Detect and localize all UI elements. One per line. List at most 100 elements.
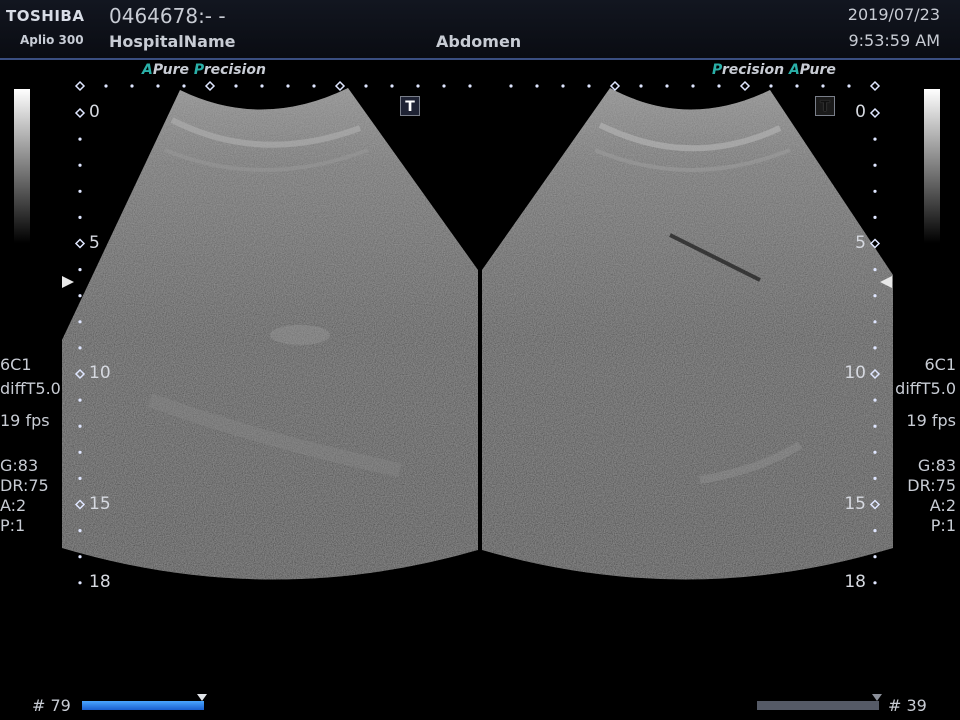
dynamic-range-left: DR:75 <box>0 476 49 495</box>
t-marker-inactive-icon[interactable]: T <box>815 96 835 116</box>
cine-bar-left-active[interactable] <box>82 701 204 710</box>
top-guide-marker <box>869 80 881 92</box>
depth-label: 5 <box>89 232 100 253</box>
top-guide-dot <box>234 84 238 88</box>
patient-id: 0464678:- - <box>109 4 226 28</box>
top-guide-dot <box>509 84 513 88</box>
depth-tick-minor <box>873 320 877 324</box>
top-guide-dot <box>847 84 851 88</box>
focus-marker-left[interactable] <box>62 276 74 288</box>
gain-left: G:83 <box>0 456 39 475</box>
top-guide-dot <box>130 84 134 88</box>
depth-tick-major <box>74 238 86 249</box>
exam-preset: Abdomen <box>436 32 522 51</box>
depth-tick-minor <box>78 555 82 559</box>
depth-tick-minor <box>78 398 82 402</box>
depth-tick-minor <box>873 398 877 402</box>
depth-tick-major <box>74 107 86 119</box>
mode-left: diffT5.0 <box>0 379 61 398</box>
brand-logo: TOSHIBA <box>6 7 85 25</box>
depth-tick-minor <box>78 581 82 585</box>
grayscale-bar-right <box>924 89 940 243</box>
top-guide-dot <box>639 84 643 88</box>
top-guide-dot <box>364 84 368 88</box>
top-guide-marker <box>204 80 216 92</box>
depth-tick-minor <box>873 529 877 533</box>
top-guide-dot <box>665 84 669 88</box>
cine-caret-left-icon[interactable] <box>197 694 207 701</box>
depth-tick-minor <box>78 476 82 480</box>
t-marker-active-icon[interactable]: T <box>400 96 420 116</box>
depth-tick-minor <box>78 215 82 219</box>
device-model: Aplio 300 <box>20 33 84 47</box>
depth-tick-minor <box>873 215 877 219</box>
p-param-right: P:1 <box>930 516 956 535</box>
depth-tick-minor <box>78 294 82 298</box>
depth-label: 18 <box>89 571 111 592</box>
dynamic-range-right: DR:75 <box>907 476 956 495</box>
top-guide-dot <box>156 84 160 88</box>
grayscale-bar-left <box>14 89 30 243</box>
depth-tick-major <box>869 107 881 119</box>
depth-tick-minor <box>78 268 82 272</box>
top-guide-dot <box>442 84 446 88</box>
cine-caret-right-icon[interactable] <box>872 694 882 701</box>
top-guide-dot <box>717 84 721 88</box>
depth-tick-minor <box>873 137 877 141</box>
top-guide-dot <box>821 84 825 88</box>
p-param-left: P:1 <box>0 516 26 535</box>
depth-label: 15 <box>89 493 111 514</box>
a-param-right: A:2 <box>929 496 956 515</box>
depth-tick-minor <box>78 346 82 350</box>
top-dotted-guides <box>74 80 881 92</box>
depth-tick-minor <box>873 294 877 298</box>
probe-left: 6C1 <box>0 355 32 374</box>
fps-left: 19 fps <box>0 411 50 430</box>
top-guide-marker <box>739 80 751 92</box>
top-guide-dot <box>182 84 186 88</box>
depth-tick-minor <box>78 424 82 428</box>
exam-time: 9:53:59 AM <box>848 31 940 50</box>
depth-label: 10 <box>844 363 866 383</box>
depth-tick-minor <box>78 189 82 193</box>
depth-tick-minor <box>873 189 877 193</box>
top-guide-marker <box>74 80 86 92</box>
depth-tick-minor <box>873 476 877 480</box>
top-guide-dot <box>468 84 472 88</box>
depth-tick-minor <box>873 163 877 167</box>
mode-right: diffT5.0 <box>895 379 956 398</box>
top-guide-dot <box>535 84 539 88</box>
frame-counter-left: # 79 <box>32 696 71 715</box>
probe-right: 6C1 <box>924 355 956 374</box>
depth-tick-minor <box>873 268 877 272</box>
top-guide-dot <box>561 84 565 88</box>
depth-tick-minor <box>873 555 877 559</box>
depth-tick-minor <box>78 529 82 533</box>
depth-tick-minor <box>873 581 877 585</box>
top-guide-marker <box>334 80 346 92</box>
depth-tick-minor <box>78 137 82 141</box>
top-guide-dot <box>312 84 316 88</box>
depth-label: 0 <box>89 102 100 122</box>
frame-counter-right: # 39 <box>888 696 927 715</box>
a-param-left: A:2 <box>0 496 27 515</box>
top-guide-dot <box>795 84 799 88</box>
pure-precision-brandmark-right: Precision APure <box>712 62 836 78</box>
depth-tick-minor <box>873 346 877 350</box>
top-guide-dot <box>769 84 773 88</box>
depth-label: 5 <box>855 232 866 253</box>
gain-right: G:83 <box>917 456 956 475</box>
hospital-name: HospitalName <box>109 32 236 51</box>
left-sector-scan <box>62 88 478 580</box>
exam-date: 2019/07/23 <box>847 5 940 24</box>
depth-label: 0 <box>855 102 866 122</box>
depth-tick-minor <box>873 424 877 428</box>
depth-label: 15 <box>844 493 866 514</box>
depth-tick-minor <box>873 450 877 454</box>
top-guide-dot <box>587 84 591 88</box>
top-guide-dot <box>416 84 420 88</box>
top-guide-dot <box>104 84 108 88</box>
depth-label: 18 <box>844 571 866 592</box>
top-guide-dot <box>691 84 695 88</box>
cine-bar-right[interactable] <box>757 701 879 710</box>
